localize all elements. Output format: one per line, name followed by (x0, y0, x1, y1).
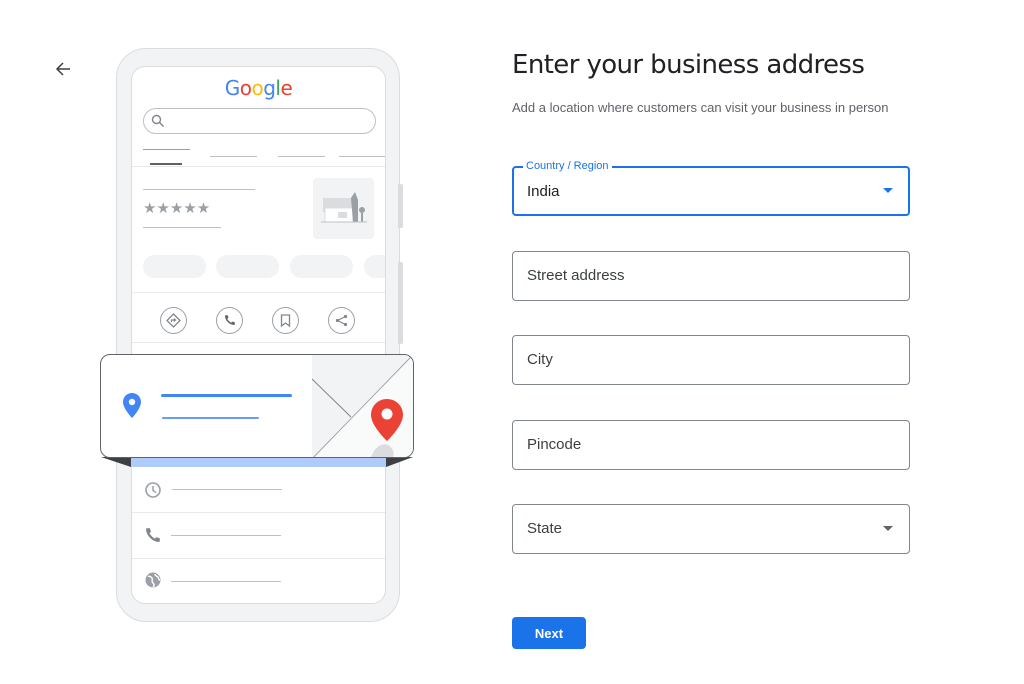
pincode-input[interactable]: Pincode (512, 420, 910, 470)
pincode-placeholder: Pincode (527, 436, 582, 453)
page-subtitle: Add a location where customers can visit… (512, 100, 889, 115)
divider (132, 512, 385, 513)
street-address-input[interactable]: Street address (512, 251, 910, 301)
mock-action-call (216, 307, 243, 334)
country-region-value: India (527, 183, 560, 200)
highlight-ribbon (131, 457, 386, 467)
mock-chip (216, 255, 279, 278)
mock-tab-line (143, 149, 190, 150)
dropdown-arrow-icon (883, 188, 893, 193)
city-placeholder: City (527, 351, 553, 368)
country-region-label: Country / Region (523, 160, 612, 172)
phone-icon (144, 526, 162, 544)
mini-map (311, 355, 413, 457)
phone-screen: Google ★★★★★ (131, 66, 386, 604)
phone-side-button (398, 262, 403, 344)
next-button[interactable]: Next (512, 617, 586, 649)
google-logo: Google (224, 76, 293, 100)
mock-tab-line (339, 156, 385, 157)
rating-stars: ★★★★★ (143, 200, 211, 217)
mock-search-bar (143, 108, 376, 134)
mock-action-directions (160, 307, 187, 334)
location-pin-red-icon (371, 399, 403, 441)
mock-tab-indicator (150, 163, 182, 165)
mock-address-line (162, 417, 259, 419)
ribbon-fold (386, 457, 413, 467)
address-card-illustration (100, 354, 414, 458)
divider (132, 292, 385, 293)
street-address-placeholder: Street address (527, 267, 625, 284)
mock-tab-line (278, 156, 325, 157)
divider (132, 342, 385, 343)
mock-address-line (161, 394, 292, 397)
city-input[interactable]: City (512, 335, 910, 385)
mock-text-line (143, 189, 255, 190)
mock-text-line (171, 581, 281, 582)
search-icon (151, 114, 164, 127)
ribbon-fold (101, 457, 131, 467)
page-title: Enter your business address (512, 50, 865, 80)
globe-icon (144, 571, 162, 589)
country-region-select[interactable]: Country / Region India (512, 160, 910, 216)
mock-text-line (143, 227, 221, 228)
directions-icon (166, 313, 181, 328)
divider (132, 558, 385, 559)
state-select[interactable]: State (512, 504, 910, 554)
divider (132, 166, 385, 167)
mock-text-line (172, 489, 282, 490)
bookmark-icon (280, 314, 291, 327)
phone-side-button (398, 184, 403, 228)
mock-chip (290, 255, 353, 278)
phone-icon (225, 315, 235, 325)
share-icon (335, 314, 348, 327)
mock-tab-line (210, 156, 257, 157)
location-pin-blue-icon (123, 393, 141, 418)
dropdown-arrow-icon (883, 526, 893, 531)
clock-icon (144, 481, 162, 499)
mock-action-save (272, 307, 299, 334)
state-placeholder: State (527, 520, 563, 537)
business-profile-illustration: Google ★★★★★ (0, 0, 440, 684)
mock-chip (364, 255, 385, 278)
mock-text-line (171, 535, 281, 536)
storefront-icon (321, 192, 367, 223)
storefront-thumbnail (313, 178, 374, 239)
mock-chip (143, 255, 206, 278)
mock-action-share (328, 307, 355, 334)
